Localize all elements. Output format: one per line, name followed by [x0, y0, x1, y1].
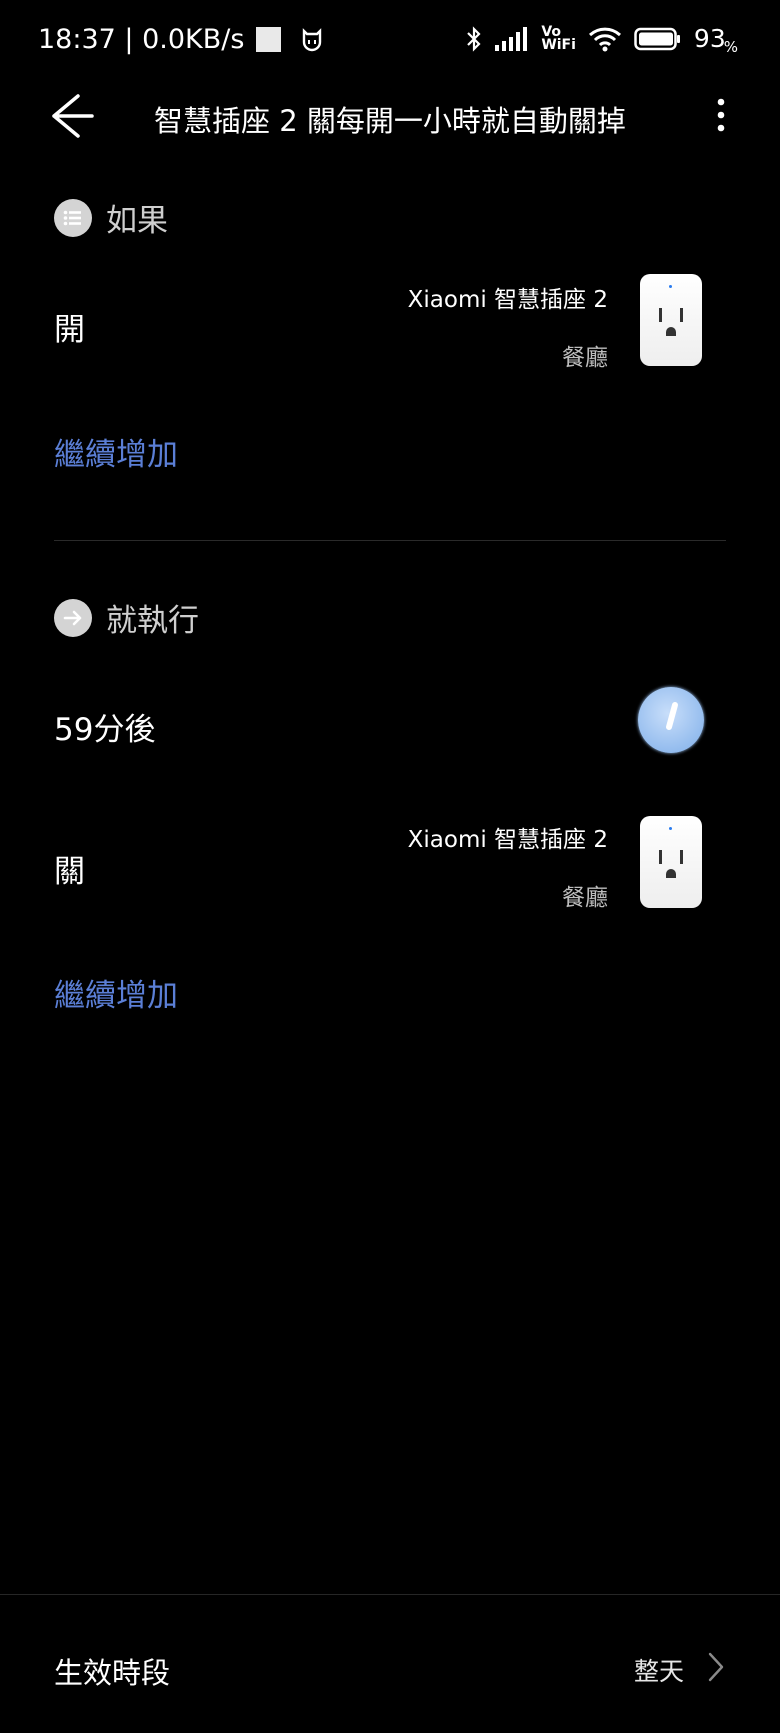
arrow-right-circle-icon — [54, 598, 92, 637]
more-options-button[interactable] — [706, 92, 736, 142]
then-device-name: Xiaomi 智慧插座 2 — [407, 827, 608, 853]
arrow-left-icon — [52, 94, 94, 138]
then-section-header: 就執行 — [54, 595, 199, 640]
vowifi-icon: Vo WiFi — [541, 23, 576, 53]
then-section-label: 就執行 — [106, 603, 199, 639]
effective-period-row[interactable]: 生效時段 整天 — [0, 1620, 780, 1710]
then-delay-row[interactable]: 59分後 — [0, 670, 780, 770]
then-action-row[interactable]: 關 Xiaomi 智慧插座 2 餐廳 — [0, 800, 780, 920]
battery-icon — [634, 27, 680, 50]
status-right: Vo WiFi 93% — [465, 23, 738, 56]
if-section-label: 如果 — [106, 203, 168, 239]
bluetooth-icon — [467, 25, 481, 52]
effective-period-label: 生效時段 — [54, 1656, 171, 1690]
if-condition-row[interactable]: 開 Xiaomi 智慧插座 2 餐廳 — [0, 260, 780, 380]
if-device-name: Xiaomi 智慧插座 2 — [407, 287, 608, 313]
status-left: 18:37 | 0.0KB/s — [38, 24, 323, 55]
then-delay-label: 59分後 — [54, 712, 156, 748]
if-device-room: 餐廳 — [562, 345, 608, 371]
if-add-more-link[interactable]: 繼續增加 — [54, 429, 178, 474]
if-section-header: 如果 — [54, 195, 168, 240]
status-time-speed: 18:37 | 0.0KB/s — [38, 24, 245, 55]
smart-plug-icon — [640, 274, 702, 366]
status-bar: 18:37 | 0.0KB/s Vo WiFi 93% — [0, 0, 780, 84]
effective-period-value: 整天 — [633, 1657, 684, 1686]
then-add-more-link[interactable]: 繼續增加 — [54, 970, 178, 1015]
then-device-room: 餐廳 — [562, 885, 608, 911]
wifi-icon — [588, 27, 621, 51]
chevron-right-icon — [708, 1652, 724, 1682]
signal-bars-icon — [495, 26, 528, 51]
section-divider — [54, 540, 726, 541]
then-action-label: 關 — [54, 854, 85, 890]
list-icon — [54, 198, 92, 237]
more-vertical-icon — [717, 98, 725, 132]
timer-icon — [638, 687, 704, 753]
if-condition-label: 開 — [54, 312, 85, 348]
mi-home-icon — [303, 27, 322, 51]
battery-percent: 93% — [693, 24, 738, 56]
back-button[interactable] — [40, 92, 104, 140]
notification-square-icon — [256, 27, 282, 52]
page-title: 智慧插座 2 關每開一小時就自動關掉 — [154, 104, 626, 138]
bottom-divider — [0, 1594, 780, 1595]
smart-plug-icon — [640, 816, 702, 908]
